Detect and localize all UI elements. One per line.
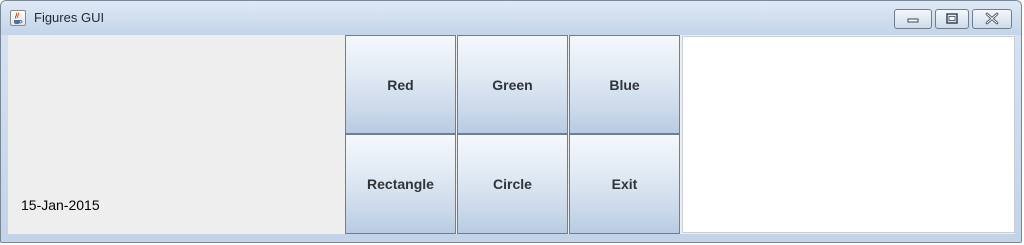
close-button[interactable] [972,9,1012,29]
rectangle-button[interactable]: Rectangle [345,134,456,234]
figures-gui-window: Figures GUI 15-Jan-2015 Red Green Blue R… [0,0,1022,243]
maximize-button[interactable] [935,9,969,29]
title-bar[interactable]: Figures GUI [1,1,1021,35]
drawing-canvas[interactable] [682,36,1015,233]
button-grid: Red Green Blue Rectangle Circle Exit [344,35,681,234]
green-button[interactable]: Green [457,35,568,134]
java-cup-icon[interactable] [10,10,26,26]
window-title: Figures GUI [34,10,105,25]
blue-button[interactable]: Blue [569,35,680,134]
info-panel: 15-Jan-2015 [8,35,344,234]
exit-button[interactable]: Exit [569,134,680,234]
minimize-button[interactable] [894,9,932,29]
minimize-icon [907,18,919,23]
content-pane: 15-Jan-2015 Red Green Blue Rectangle Cir… [8,35,1015,234]
close-icon [985,12,999,25]
date-label: 15-Jan-2015 [21,197,100,213]
circle-button[interactable]: Circle [457,134,568,234]
red-button[interactable]: Red [345,35,456,134]
maximize-icon [946,13,958,24]
